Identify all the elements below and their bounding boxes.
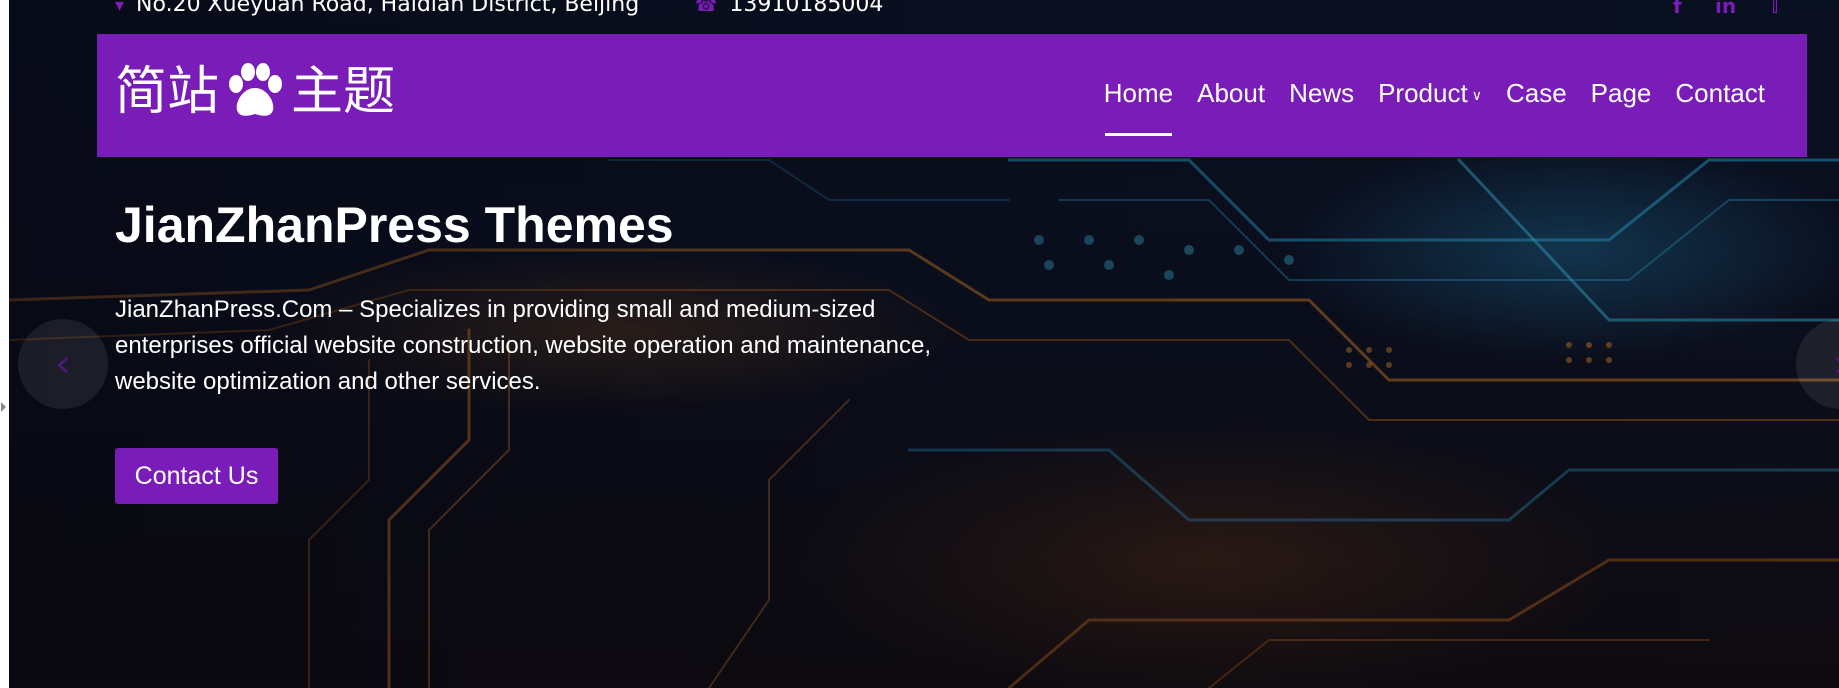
nav-item-contact[interactable]: Contact xyxy=(1663,78,1777,109)
chevron-left-icon: ‹ xyxy=(55,341,71,387)
main-menu: Home About News Product ∨ Case Page Conta… xyxy=(1092,78,1777,136)
linkedin-icon[interactable]: in xyxy=(1715,0,1736,18)
logo-text-right: 主题 xyxy=(291,62,396,122)
contact-us-button[interactable]: Contact Us xyxy=(115,448,278,504)
address-text: No.20 Xueyuan Road, Haidian District, Be… xyxy=(136,0,640,17)
map-pin-icon: ▾ xyxy=(115,0,125,16)
site-logo[interactable]: 简站 主题 xyxy=(115,62,395,135)
phone-info: ☎ 13910185004 xyxy=(695,0,883,16)
main-navbar: 简站 主题 Home About News Product ∨ Case Page … xyxy=(97,34,1807,157)
logo-text-left: 简站 xyxy=(115,62,220,122)
phone-icon: ☎ xyxy=(695,0,718,16)
nav-item-about[interactable]: About xyxy=(1185,78,1277,109)
address-info: ▾ No.20 Xueyuan Road, Haidian District, B… xyxy=(115,0,639,16)
nav-item-page[interactable]: Page xyxy=(1579,78,1664,109)
nav-item-news[interactable]: News xyxy=(1277,78,1366,109)
slider-prev-button[interactable]: ‹ xyxy=(18,319,108,409)
hero-description: JianZhanPress.Com – Specializes in provi… xyxy=(115,296,932,395)
nav-item-product[interactable]: Product ∨ xyxy=(1366,78,1494,109)
twitter-icon[interactable]: 𝕋 xyxy=(1768,0,1782,18)
phone-text: 13910185004 xyxy=(729,0,884,17)
facebook-icon[interactable]: f xyxy=(1673,0,1682,18)
nav-item-product-label: Product xyxy=(1378,78,1468,108)
top-info-bar: ▾ No.20 Xueyuan Road, Haidian District, B… xyxy=(0,0,1839,34)
edge-marker-icon xyxy=(1,402,6,412)
paw-icon xyxy=(223,62,287,135)
chevron-down-icon: ∨ xyxy=(1471,86,1482,103)
nav-item-home[interactable]: Home xyxy=(1092,78,1185,136)
nav-item-case[interactable]: Case xyxy=(1494,78,1579,109)
hero-title: JianZhanPress Themes xyxy=(115,197,674,253)
chevron-right-icon: › xyxy=(1833,341,1839,387)
